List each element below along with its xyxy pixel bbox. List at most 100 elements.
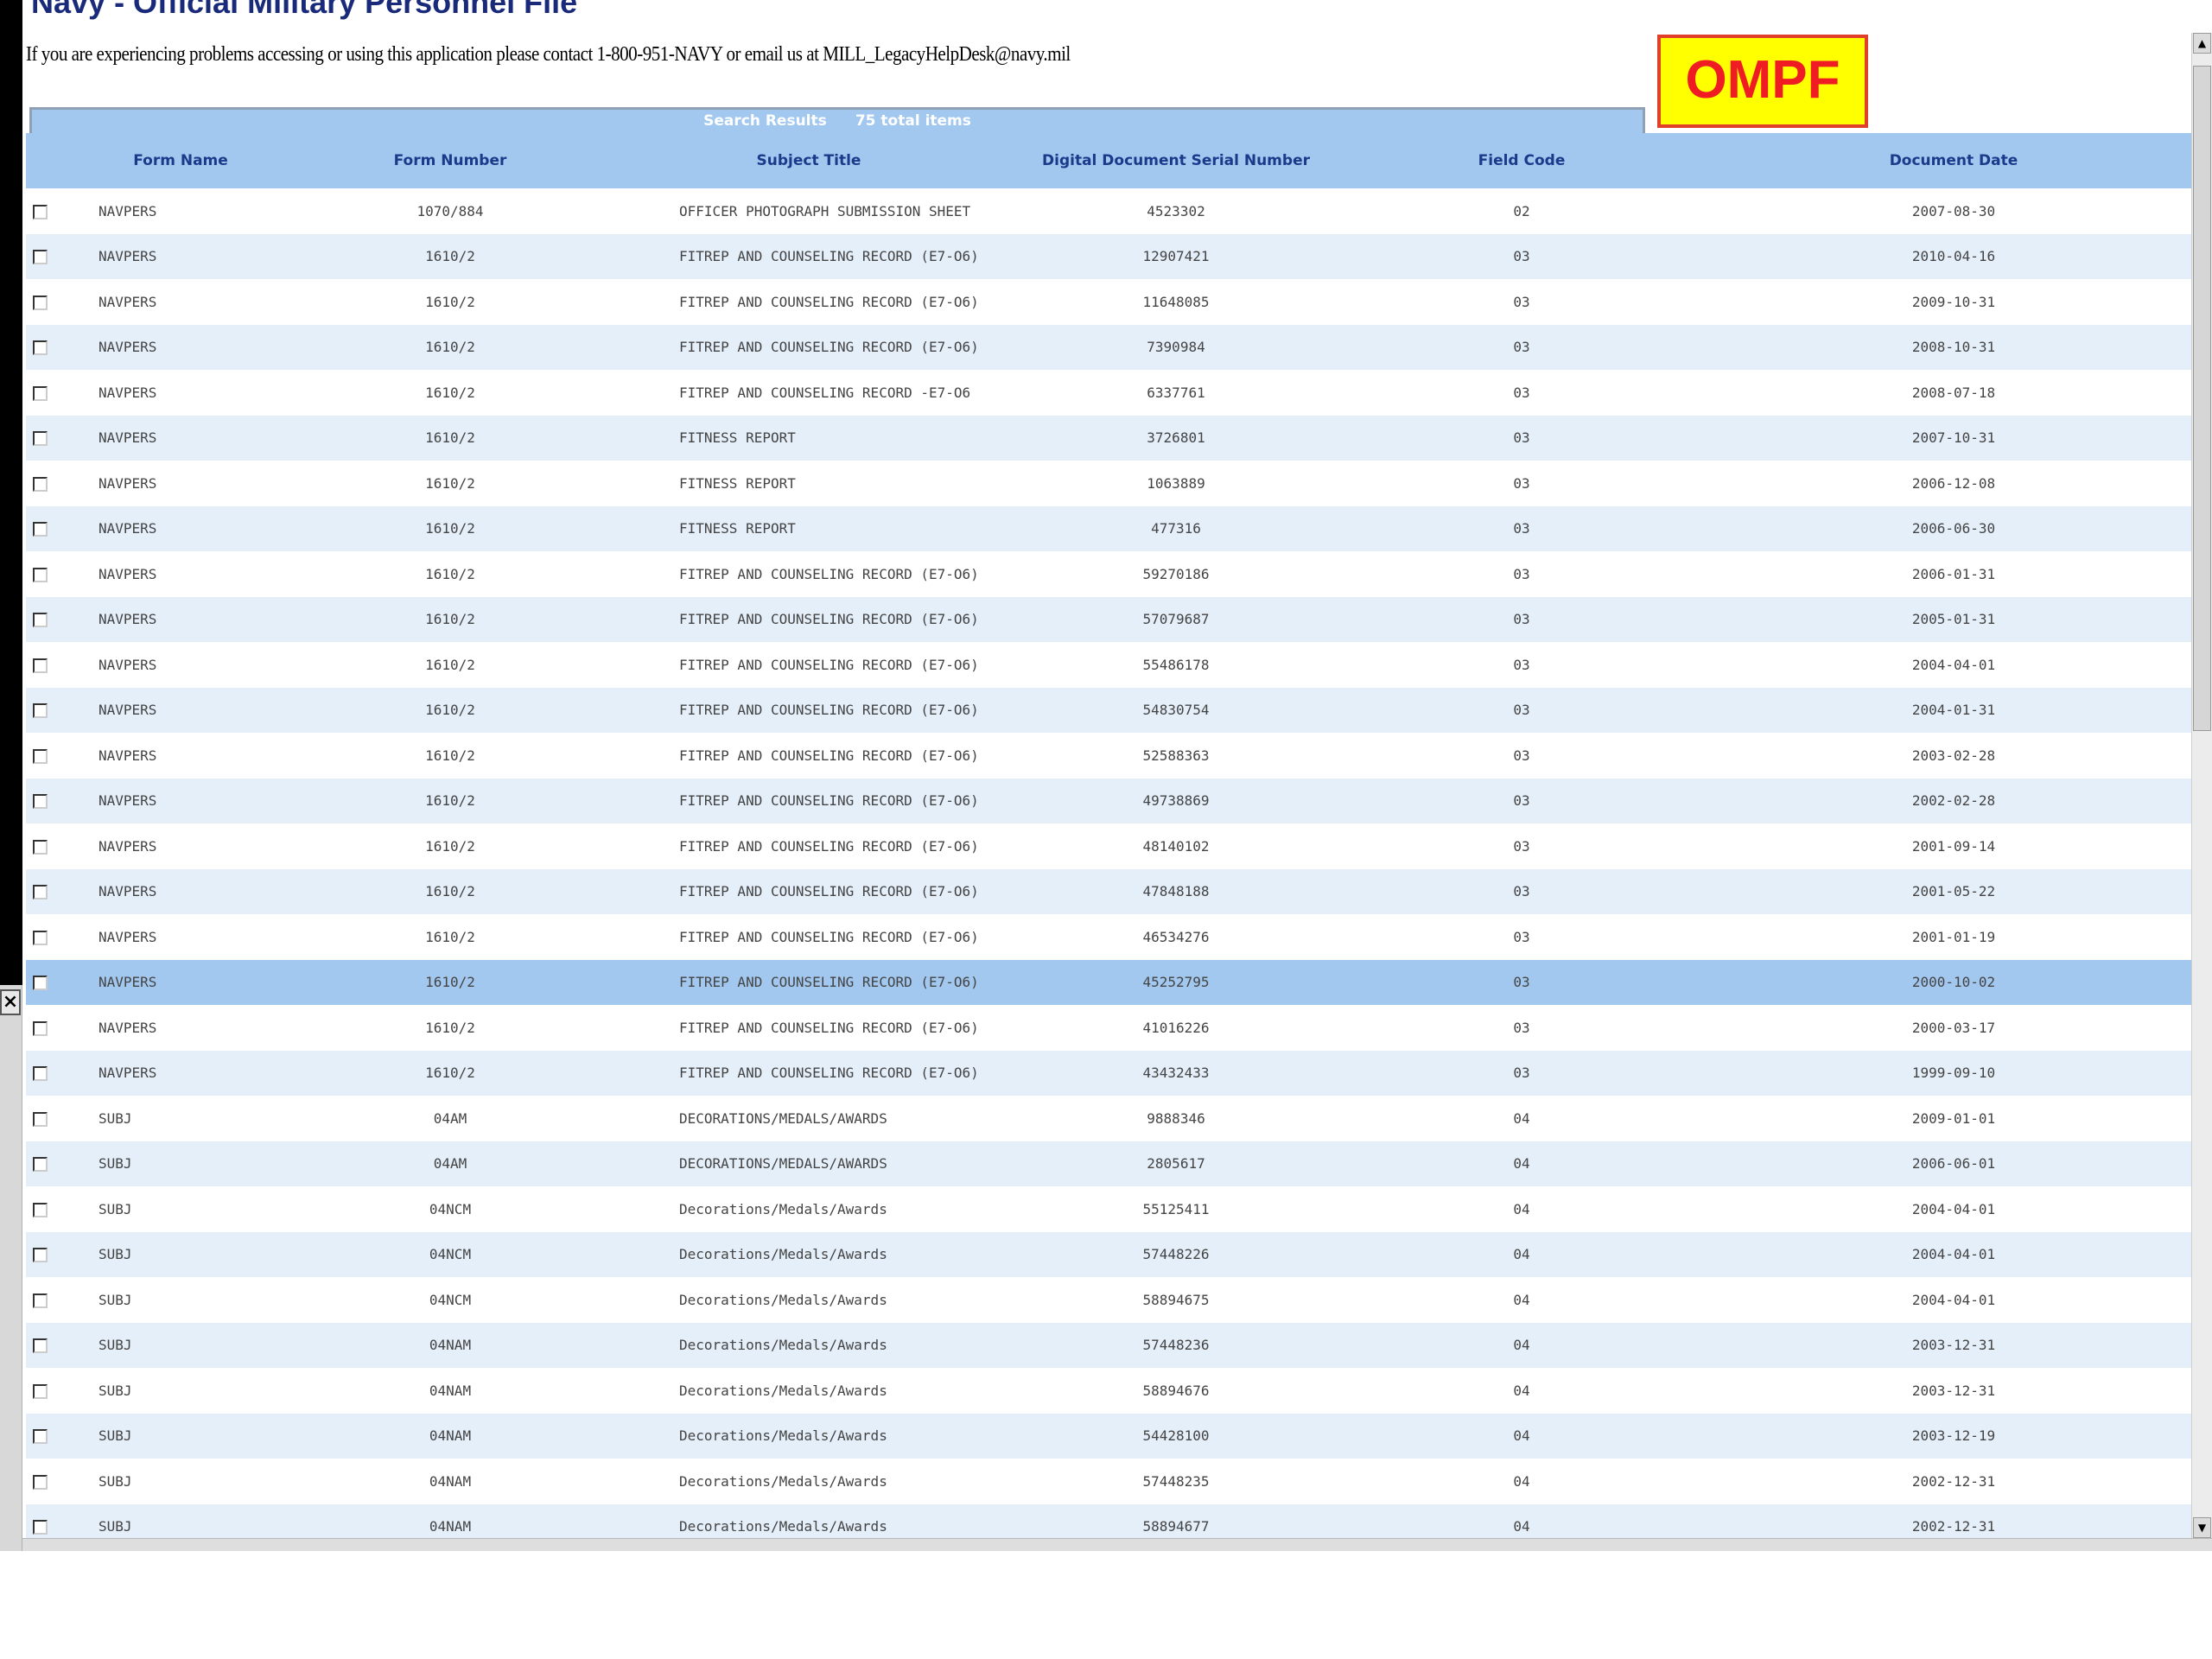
table-row[interactable]: SUBJ 04AM DECORATIONS/MEDALS/AWARDS 2805617… [26, 1141, 2191, 1186]
row-select-cell [26, 1005, 54, 1051]
row-checkbox[interactable] [32, 976, 48, 991]
row-checkbox[interactable] [32, 567, 48, 582]
table-row[interactable]: SUBJ 04NAM Decorations/Medals/Awards 574482… [26, 1459, 2191, 1504]
form-number-cell: 1610/2 [425, 883, 475, 900]
row-select-cell [26, 733, 54, 779]
table-row[interactable]: NAVPERS 1610/2 FITREP AND COUNSELING RECOR… [26, 1050, 2191, 1096]
row-checkbox[interactable] [32, 1293, 48, 1308]
row-checkbox[interactable] [32, 522, 48, 537]
table-row[interactable]: SUBJ 04NCM Decorations/Medals/Awards 551254… [26, 1186, 2191, 1232]
row-checkbox[interactable] [32, 1383, 48, 1399]
table-row[interactable]: NAVPERS 1610/2 FITREP AND COUNSELING RECOR… [26, 596, 2191, 642]
column-header-serial-number[interactable]: Digital Document Serial Number [1025, 133, 1327, 188]
form-number-cell: 1610/2 [425, 928, 475, 945]
row-checkbox[interactable] [32, 340, 48, 356]
row-checkbox[interactable] [32, 250, 48, 265]
column-header-subject-title[interactable]: Subject Title [593, 133, 1025, 188]
row-checkbox[interactable] [32, 1020, 48, 1036]
table-row[interactable]: NAVPERS 1610/2 FITREP AND COUNSELING RECOR… [26, 868, 2191, 914]
row-checkbox[interactable] [32, 1157, 48, 1173]
table-row[interactable]: NAVPERS 1610/2 FITREP AND COUNSELING RECOR… [26, 778, 2191, 823]
row-checkbox[interactable] [32, 1066, 48, 1082]
column-header-form-number[interactable]: Form Number [308, 133, 593, 188]
form-name-cell: NAVPERS [99, 611, 157, 628]
row-checkbox[interactable] [32, 613, 48, 628]
row-checkbox[interactable] [32, 1248, 48, 1263]
row-select-cell [26, 461, 54, 506]
table-row[interactable]: NAVPERS 1610/2 FITREP AND COUNSELING RECOR… [26, 733, 2191, 779]
form-name-cell: SUBJ [99, 1200, 132, 1217]
row-select-cell [26, 279, 54, 325]
table-row[interactable]: NAVPERS 1610/2 FITREP AND COUNSELING RECOR… [26, 914, 2191, 960]
table-row[interactable]: NAVPERS 1610/2 FITREP AND COUNSELING RECOR… [26, 1005, 2191, 1051]
table-row[interactable]: NAVPERS 1610/2 FITREP AND COUNSELING RECOR… [26, 823, 2191, 869]
table-row[interactable]: NAVPERS 1610/2 FITREP AND COUNSELING RECOR… [26, 370, 2191, 416]
left-panel-strip [0, 985, 22, 1551]
row-checkbox[interactable] [32, 295, 48, 310]
table-row[interactable]: SUBJ 04AM DECORATIONS/MEDALS/AWARDS 9888346… [26, 1096, 2191, 1141]
row-checkbox[interactable] [32, 476, 48, 492]
scroll-thumb[interactable] [2193, 66, 2211, 731]
subject-title-cell: FITREP AND COUNSELING RECORD (E7-O6) [679, 656, 979, 673]
subject-title-cell: FITREP AND COUNSELING RECORD (E7-O6) [679, 792, 979, 810]
form-number-cell: 1610/2 [425, 520, 475, 537]
table-row[interactable]: NAVPERS 1610/2 FITREP AND COUNSELING RECOR… [26, 233, 2191, 279]
table-row[interactable]: SUBJ 04NAM Decorations/Medals/Awards 574482… [26, 1322, 2191, 1368]
row-checkbox[interactable] [32, 1429, 48, 1445]
document-date-cell: 2002-12-31 [1911, 1472, 1996, 1490]
row-checkbox[interactable] [32, 703, 48, 719]
row-checkbox[interactable] [32, 385, 48, 401]
table-row[interactable]: SUBJ 04NCM Decorations/Medals/Awards 574482… [26, 1231, 2191, 1277]
horizontal-scrollbar[interactable] [22, 1538, 2212, 1551]
row-checkbox[interactable] [32, 1111, 48, 1127]
form-number-cell: 1610/2 [425, 293, 475, 310]
row-checkbox[interactable] [32, 204, 48, 219]
document-date-cell: 2008-10-31 [1911, 339, 1996, 356]
row-checkbox[interactable] [32, 1338, 48, 1354]
table-row[interactable]: NAVPERS 1610/2 FITREP AND COUNSELING RECOR… [26, 551, 2191, 597]
row-select-cell [26, 1096, 54, 1141]
row-select-cell [26, 960, 54, 1006]
form-number-cell: 04NAM [429, 1427, 472, 1445]
row-checkbox[interactable] [32, 930, 48, 945]
table-row[interactable]: NAVPERS 1070/884 OFFICER PHOTOGRAPH SUBMIS… [26, 188, 2191, 234]
form-name-cell: NAVPERS [99, 202, 157, 219]
subject-title-cell: FITREP AND COUNSELING RECORD (E7-O6) [679, 837, 979, 855]
form-name-cell: NAVPERS [99, 1019, 157, 1036]
table-row[interactable]: NAVPERS 1610/2 FITREP AND COUNSELING RECOR… [26, 279, 2191, 325]
column-header-document-date[interactable]: Document Date [1716, 133, 2191, 188]
row-checkbox[interactable] [32, 885, 48, 900]
table-row[interactable]: NAVPERS 1610/2 FITREP AND COUNSELING RECOR… [26, 959, 2191, 1006]
row-checkbox[interactable] [32, 1520, 48, 1535]
table-row[interactable]: NAVPERS 1610/2 FITREP AND COUNSELING RECOR… [26, 324, 2191, 370]
row-checkbox[interactable] [32, 658, 48, 673]
form-name-cell: NAVPERS [99, 837, 157, 855]
row-checkbox[interactable] [32, 748, 48, 764]
column-header-field-code[interactable]: Field Code [1327, 133, 1716, 188]
row-checkbox[interactable] [32, 794, 48, 810]
close-icon[interactable]: × [0, 989, 21, 1015]
document-date-cell: 2006-12-08 [1911, 474, 1996, 492]
scroll-up-icon[interactable]: ▲ [2193, 33, 2211, 54]
row-checkbox[interactable] [32, 431, 48, 447]
row-select-cell [26, 642, 54, 688]
vertical-scrollbar[interactable]: ▲ ▼ [2191, 33, 2212, 1538]
column-header-form-name[interactable]: Form Name [54, 133, 308, 188]
row-select-cell [26, 1414, 54, 1459]
row-checkbox[interactable] [32, 839, 48, 855]
table-row[interactable]: NAVPERS 1610/2 FITNESS REPORT 477316 03 2006-… [26, 505, 2191, 551]
table-row[interactable]: NAVPERS 1610/2 FITNESS REPORT 3726801 03 2007… [26, 415, 2191, 461]
subject-title-cell: OFFICER PHOTOGRAPH SUBMISSION SHEET [679, 202, 971, 219]
table-row[interactable]: NAVPERS 1610/2 FITREP AND COUNSELING RECOR… [26, 687, 2191, 733]
table-row[interactable]: SUBJ 04NAM Decorations/Medals/Awards 588946… [26, 1368, 2191, 1414]
table-row[interactable]: NAVPERS 1610/2 FITNESS REPORT 1063889 03 2006… [26, 461, 2191, 506]
row-checkbox[interactable] [32, 1474, 48, 1490]
serial-number-cell: 57448226 [1142, 1246, 1210, 1263]
field-code-cell: 03 [1513, 293, 1530, 310]
table-row[interactable]: NAVPERS 1610/2 FITREP AND COUNSELING RECOR… [26, 642, 2191, 688]
table-row[interactable]: SUBJ 04NCM Decorations/Medals/Awards 588946… [26, 1277, 2191, 1323]
document-date-cell: 2010-04-16 [1911, 248, 1996, 265]
scroll-down-icon[interactable]: ▼ [2193, 1517, 2211, 1538]
table-row[interactable]: SUBJ 04NAM Decorations/Medals/Awards 544281… [26, 1413, 2191, 1459]
row-checkbox[interactable] [32, 1202, 48, 1217]
